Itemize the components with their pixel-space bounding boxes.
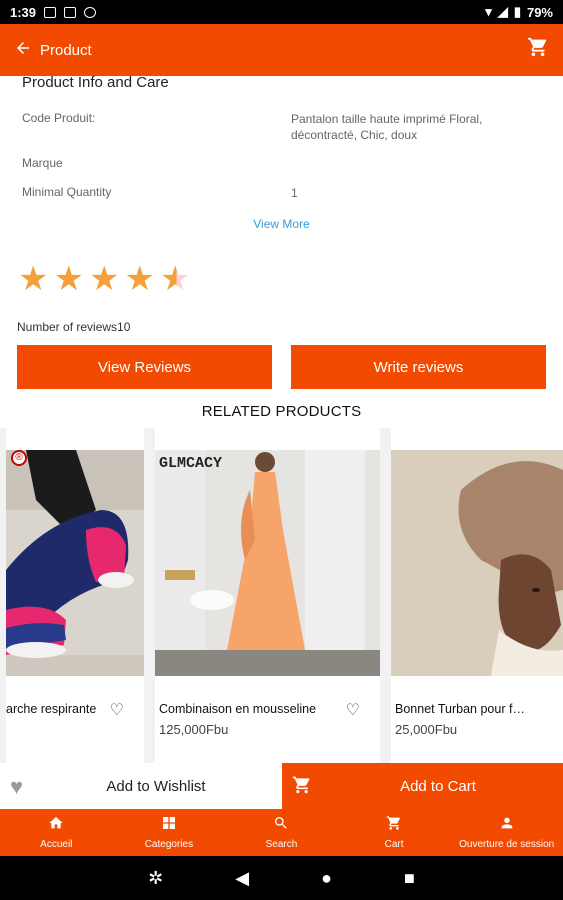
system-nav-bar: ✲ ◀ ● ■ bbox=[0, 856, 563, 900]
notification-icon bbox=[44, 6, 57, 18]
user-icon bbox=[499, 815, 515, 835]
add-to-cart-button[interactable]: Add to Cart bbox=[282, 763, 563, 809]
cart-icon bbox=[386, 815, 402, 835]
back-triangle-icon[interactable]: ◀ bbox=[235, 868, 249, 889]
nav-label: Search bbox=[265, 839, 298, 850]
home-icon bbox=[48, 815, 64, 835]
nav-search[interactable]: Search bbox=[225, 809, 338, 856]
rating-stars: ★ ★ ★ ★ ★ bbox=[18, 262, 190, 296]
app-bar: Product bbox=[0, 24, 563, 76]
product-name: arche respirante bbox=[6, 702, 97, 716]
half-star-icon: ★ bbox=[159, 260, 191, 298]
home-circle-icon[interactable]: ● bbox=[321, 868, 332, 889]
product-price: 25,000Fbu bbox=[395, 722, 458, 737]
bottom-nav: Accueil Categories Search Cart Ouverture… bbox=[0, 809, 563, 856]
badge-icon: ® bbox=[11, 450, 27, 466]
nav-login[interactable]: Ouverture de session bbox=[450, 809, 563, 856]
back-arrow-icon[interactable] bbox=[14, 39, 32, 61]
product-card[interactable]: ® arche respirante ♡ bbox=[6, 428, 144, 763]
nav-cart[interactable]: Cart bbox=[338, 809, 451, 856]
info-label: Minimal Quantity bbox=[22, 185, 112, 199]
info-label: Marque bbox=[22, 156, 63, 170]
battery-level: 79% bbox=[526, 4, 553, 20]
nav-label: Accueil bbox=[40, 839, 73, 850]
info-value: Pantalon taille haute imprimé Floral, dé… bbox=[291, 112, 483, 142]
add-to-wishlist-button[interactable]: ♥ Add to Wishlist bbox=[0, 763, 282, 809]
nav-categories[interactable]: Categories bbox=[113, 809, 226, 856]
assistant-icon[interactable]: ✲ bbox=[148, 868, 163, 889]
star-icon: ★ bbox=[53, 260, 84, 298]
view-reviews-button[interactable]: View Reviews bbox=[17, 345, 272, 389]
battery-icon: ▮ bbox=[513, 4, 521, 19]
info-value: 1 bbox=[291, 186, 298, 200]
info-label: Code Produit: bbox=[22, 111, 96, 125]
app-icon bbox=[84, 6, 97, 18]
nav-label: Ouverture de session bbox=[459, 839, 555, 850]
nav-label: Cart bbox=[384, 839, 404, 850]
search-icon bbox=[273, 815, 289, 835]
product-card[interactable]: Bonnet Turban pour femme 25,000Fbu bbox=[391, 428, 563, 763]
view-more-link[interactable]: View More bbox=[0, 217, 563, 231]
product-image bbox=[155, 450, 380, 676]
star-icon: ★ bbox=[88, 260, 120, 298]
product-screen: 1:39 ▾ ◢ ▮ 79% Product Product Info and … bbox=[0, 0, 563, 900]
product-image bbox=[391, 450, 563, 676]
brand-text: GLMCACY bbox=[159, 455, 223, 472]
info-heading: Product Info and Care bbox=[22, 74, 169, 91]
star-icon: ★ bbox=[18, 260, 49, 298]
cart-label: Add to Cart bbox=[400, 778, 476, 795]
wishlist-label: Add to Wishlist bbox=[106, 778, 206, 795]
star-icon: ★ bbox=[124, 260, 155, 298]
page-title: Product bbox=[40, 41, 92, 59]
product-card[interactable]: GLMCACY Combinaison en mousseline 125,00… bbox=[155, 428, 380, 763]
mail-icon bbox=[64, 6, 77, 18]
wishlist-heart-icon[interactable]: ♡ bbox=[110, 700, 124, 720]
write-reviews-button[interactable]: Write reviews bbox=[291, 345, 546, 389]
status-bar: 1:39 ▾ ◢ ▮ 79% bbox=[0, 0, 563, 24]
recents-square-icon[interactable]: ■ bbox=[404, 868, 415, 889]
cart-icon[interactable] bbox=[527, 36, 549, 64]
reviews-count: Number of reviews10 bbox=[17, 320, 131, 334]
product-price: 125,000Fbu bbox=[159, 722, 229, 737]
status-time: 1:39 bbox=[10, 4, 37, 20]
action-bar: ♥ Add to Wishlist Add to Cart bbox=[0, 763, 563, 809]
related-products-title: RELATED PRODUCTS bbox=[201, 403, 362, 420]
signal-icon: ◢ bbox=[497, 4, 508, 19]
wifi-icon: ▾ bbox=[485, 4, 492, 19]
product-name: Combinaison en mousseline bbox=[159, 702, 317, 716]
product-name: Bonnet Turban pour femme bbox=[395, 702, 527, 716]
grid-icon bbox=[161, 815, 177, 835]
related-products-list[interactable]: ® arche respirante ♡ GLMCACY Combinaison… bbox=[0, 428, 563, 763]
nav-label: Categories bbox=[144, 839, 194, 850]
nav-home[interactable]: Accueil bbox=[0, 809, 113, 856]
wishlist-heart-icon[interactable]: ♡ bbox=[346, 700, 360, 720]
product-image bbox=[6, 450, 144, 676]
